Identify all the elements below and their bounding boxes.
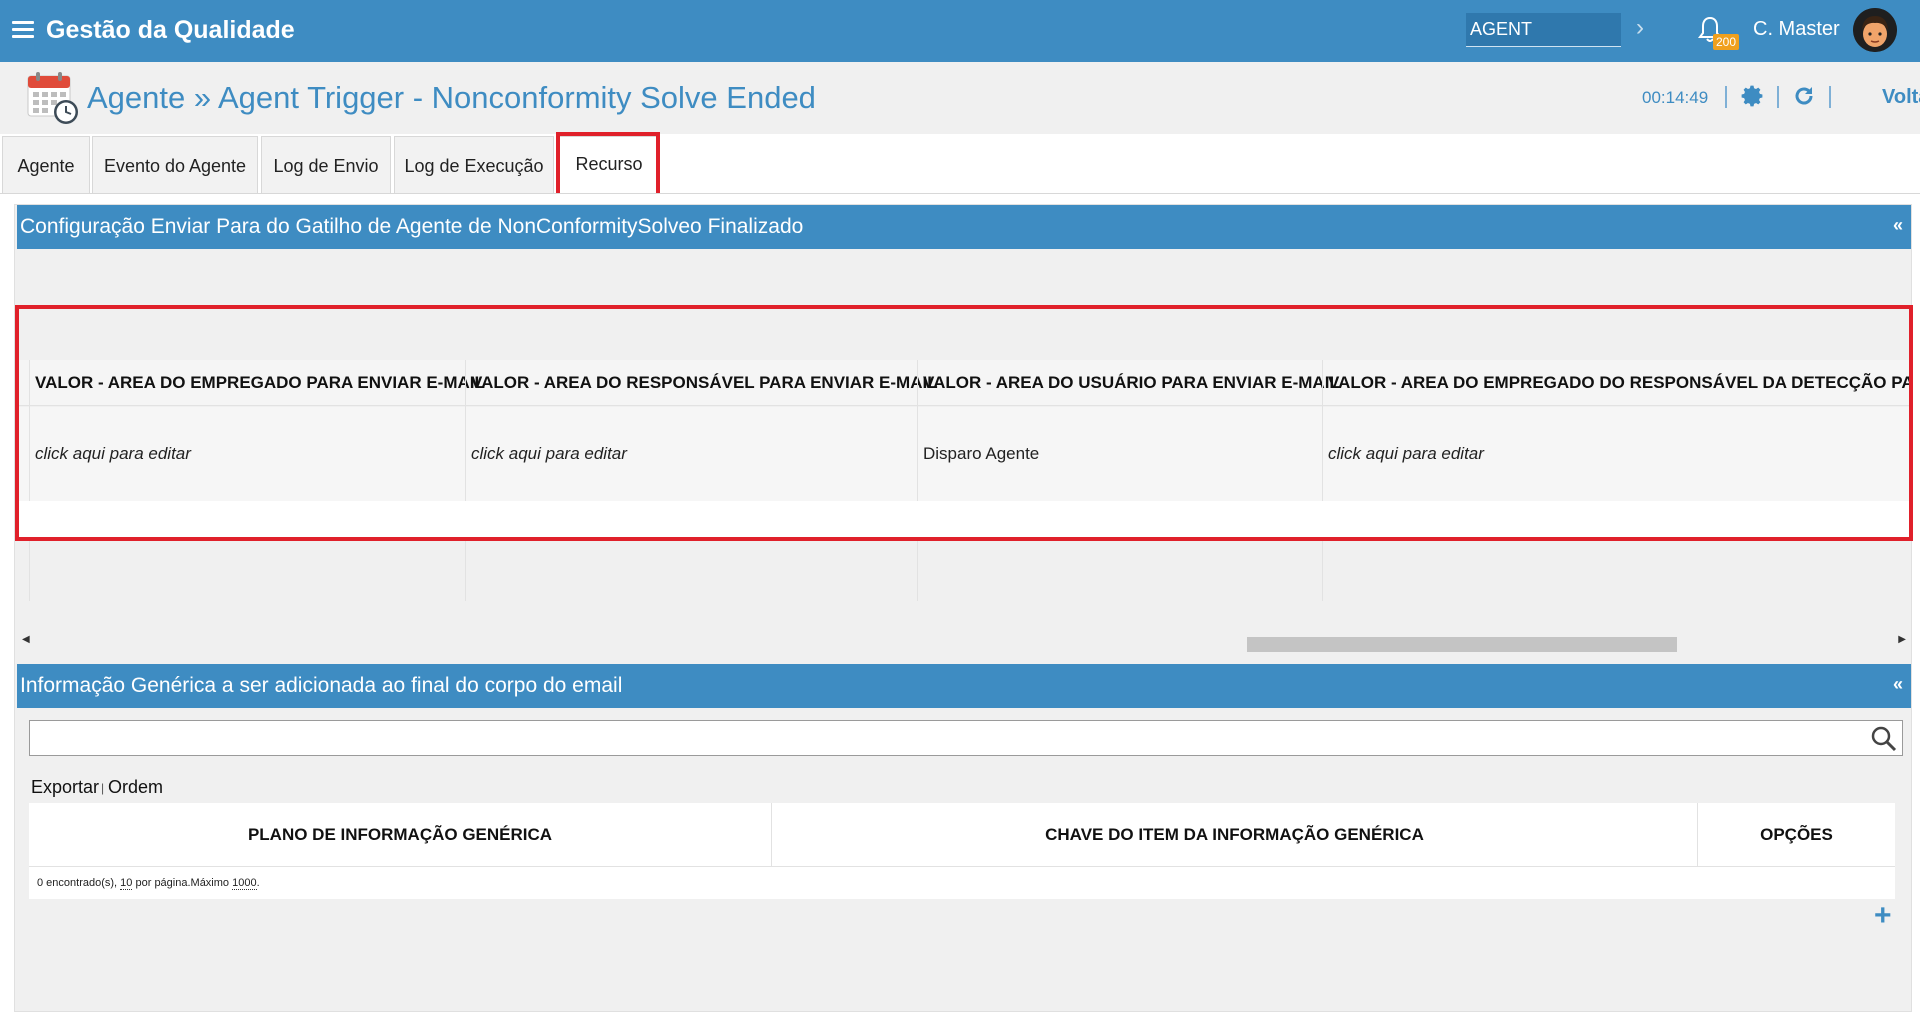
back-link[interactable]: Voltar: [1882, 86, 1920, 109]
generic-panel-header: Informação Genérica a ser adicionada ao …: [17, 664, 1911, 708]
add-icon[interactable]: +: [1874, 901, 1892, 931]
tab-agente[interactable]: Agente: [2, 136, 90, 194]
generic-info-table: PLANO DE INFORMAÇÃO GENÉRICA CHAVE DO IT…: [29, 803, 1895, 945]
user-name[interactable]: C. Master: [1753, 18, 1840, 41]
divider: [1725, 86, 1727, 108]
agent-select[interactable]: AGENT: [1466, 13, 1621, 47]
grid-spacer: [17, 501, 1911, 541]
max-value[interactable]: 1000: [232, 877, 257, 890]
separator: |: [101, 781, 105, 795]
content-area: Configuração Enviar Para do Gatilho de A…: [14, 204, 1913, 1012]
export-link[interactable]: Exportar: [31, 777, 99, 798]
per-page-value[interactable]: 10: [120, 877, 133, 890]
top-bar: Gestão da Qualidade AGENT › 200 C. Maste…: [0, 0, 1920, 62]
chevron-right-icon[interactable]: ›: [1636, 14, 1644, 42]
avatar[interactable]: [1853, 8, 1897, 52]
per-page-label: por página.Máximo: [135, 877, 230, 889]
column-header[interactable]: CHAVE DO ITEM DA INFORMAÇÃO GENÉRICA: [772, 825, 1697, 845]
config-panel-header: Configuração Enviar Para do Gatilho de A…: [17, 205, 1911, 249]
divider: [1829, 86, 1831, 108]
scroll-right-icon[interactable]: ▶: [1898, 634, 1906, 645]
session-timer: 00:14:49: [1642, 88, 1709, 107]
table-header: PLANO DE INFORMAÇÃO GENÉRICA CHAVE DO IT…: [29, 803, 1895, 867]
config-grid: . VALOR - AREA DO EMPREGADO PARA ENVIAR …: [17, 260, 1911, 660]
tab-recurso[interactable]: Recurso: [559, 136, 659, 194]
found-count: 0 encontrado(s),: [37, 877, 118, 889]
horizontal-scrollbar[interactable]: ◀ ▶: [17, 633, 1911, 652]
gear-icon[interactable]: [1740, 84, 1764, 108]
column-header: OPÇÕES: [1760, 825, 1833, 844]
search-input[interactable]: [29, 720, 1903, 756]
collapse-icon[interactable]: «: [1893, 215, 1903, 236]
column-divider: [29, 360, 30, 601]
column-divider: [917, 360, 918, 601]
generic-panel-title: Informação Genérica a ser adicionada ao …: [20, 674, 623, 697]
column-header[interactable]: PLANO DE INFORMAÇÃO GENÉRICA: [29, 825, 771, 845]
app-title: Gestão da Qualidade: [46, 16, 295, 44]
main-panel: Configuração Enviar Para do Gatilho de A…: [0, 193, 1920, 1021]
tab-log-de-envio[interactable]: Log de Envio: [261, 136, 391, 194]
menu-icon[interactable]: [12, 21, 34, 39]
page-header: Agente » Agent Trigger - Nonconformity S…: [0, 62, 1920, 134]
search-icon[interactable]: [1870, 725, 1898, 753]
column-divider: [1322, 360, 1323, 601]
config-panel-title: Configuração Enviar Para do Gatilho de A…: [20, 215, 804, 238]
scroll-left-icon[interactable]: ◀: [22, 634, 30, 645]
divider: [1777, 86, 1779, 108]
notification-badge: 200: [1713, 34, 1740, 50]
tab-evento-do-agente[interactable]: Evento do Agente: [92, 136, 258, 194]
page-title: Agente » Agent Trigger - Nonconformity S…: [87, 80, 816, 115]
refresh-icon[interactable]: [1792, 84, 1816, 108]
calendar-clock-icon: [27, 72, 78, 124]
column-divider: [465, 360, 466, 601]
pagination-info: 0 encontrado(s), 10 por página.Máximo 10…: [29, 867, 1895, 899]
order-link[interactable]: Ordem: [108, 777, 163, 798]
scrollbar-thumb[interactable]: [1247, 637, 1677, 652]
collapse-icon[interactable]: «: [1893, 674, 1903, 695]
tab-log-de-execucao[interactable]: Log de Execução: [394, 136, 554, 194]
footer-end: .: [256, 877, 260, 889]
